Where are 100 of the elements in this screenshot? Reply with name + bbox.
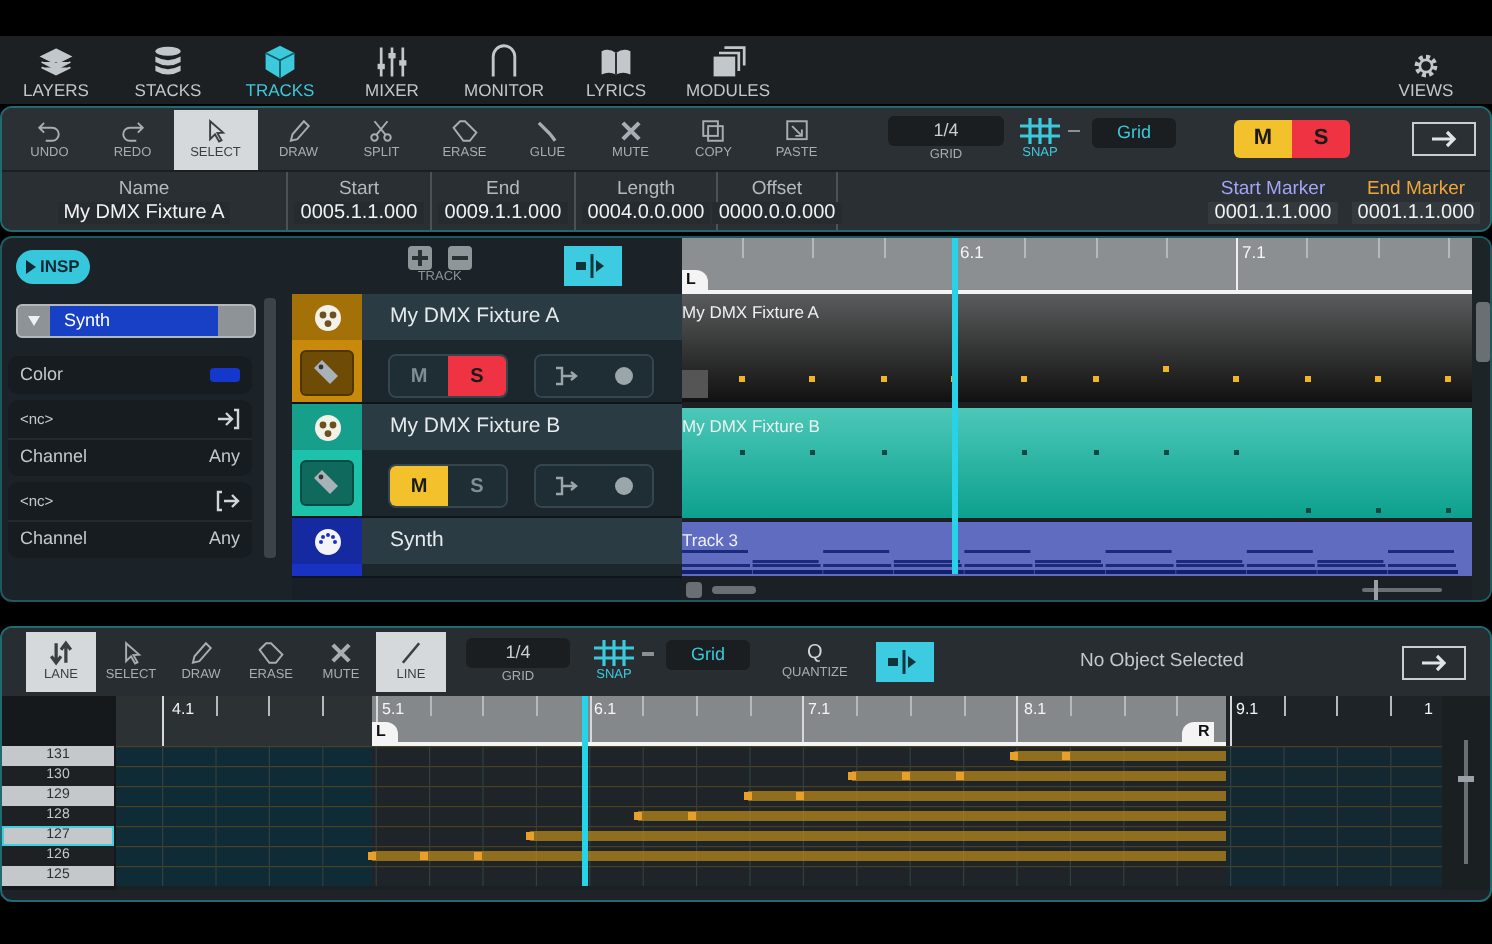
marker-value: 0001.1.1.000 (1208, 201, 1338, 224)
input-arrow-icon (216, 408, 240, 430)
track-name: My DMX Fixture B (362, 404, 682, 450)
views-button[interactable]: VIEWS (1370, 36, 1482, 104)
eraser-icon (258, 640, 284, 667)
mixer-icon (374, 43, 410, 79)
quantize-button[interactable]: Q (807, 643, 823, 664)
marker-value: 0001.1.1.000 (1351, 201, 1481, 224)
gear-icon (1412, 51, 1440, 79)
field-label: Name (118, 180, 170, 202)
play-triangle-icon (26, 259, 36, 273)
copy-icon (700, 117, 727, 144)
dash-separator (1068, 129, 1080, 133)
track-name: My DMX Fixture A (362, 294, 682, 340)
left-locator[interactable]: L (682, 270, 708, 290)
status-text: No Object Selected (1078, 647, 1246, 676)
track-mute-button[interactable]: M (390, 466, 448, 506)
arrow-button[interactable] (1412, 122, 1476, 156)
plus-icon (407, 246, 432, 271)
remove-track-button[interactable] (447, 246, 472, 271)
x-icon (617, 117, 644, 144)
up-down-arrows-icon (48, 640, 74, 667)
track-name: Synth (362, 518, 682, 564)
record-button[interactable] (594, 356, 652, 396)
marker-label: End Marker (1366, 180, 1466, 202)
timing-button[interactable] (875, 642, 934, 682)
bar-number: 6.1 (960, 240, 984, 266)
right-locator[interactable]: R (1182, 722, 1214, 742)
color-swatch[interactable] (210, 368, 240, 382)
routing-button[interactable] (536, 356, 594, 396)
bar-number: 4.1 (172, 698, 195, 722)
setting-label: Channel (20, 444, 88, 471)
dropdown-value: Synth (50, 306, 218, 336)
right-arrow-icon (1420, 653, 1448, 671)
setting-label: Channel (20, 526, 88, 553)
track-solo-button[interactable]: S (448, 356, 506, 396)
snap-mode-dropdown[interactable]: Grid (1092, 117, 1176, 148)
field-value: My DMX Fixture A (57, 201, 231, 224)
circle-icon (613, 476, 633, 496)
nav-tab[interactable]: STACKS (112, 36, 224, 104)
x-icon (328, 640, 354, 667)
track-mute-button[interactable]: M (390, 356, 448, 396)
nav-tab[interactable]: MODULES (672, 36, 784, 104)
bar-number: 8.1 (1024, 698, 1047, 722)
redo-icon (119, 117, 146, 144)
master-m-toggle[interactable]: M (1234, 120, 1292, 158)
output-arrow-icon (216, 490, 240, 512)
zoom-slider-thumb[interactable] (1373, 580, 1378, 600)
zoom-slider-thumb[interactable] (1458, 775, 1474, 782)
scrollbar-thumb[interactable] (712, 586, 756, 594)
marker-label: Start Marker (1220, 180, 1326, 202)
pencil-icon (188, 640, 214, 667)
field-value: 0004.0.0.000 (581, 201, 711, 224)
nav-tab[interactable]: LAYERS (0, 36, 112, 104)
windows-icon (710, 43, 746, 79)
scrollbar-thumb[interactable] (264, 298, 276, 558)
clip[interactable]: Track 3 (682, 522, 1472, 576)
timing-button[interactable] (563, 246, 622, 286)
bar-number: 9.1 (1236, 698, 1259, 722)
nav-tab[interactable]: MONITOR (448, 36, 560, 104)
bar-number: 5.1 (382, 698, 405, 722)
circle-icon (613, 366, 633, 386)
snap-mode-dropdown[interactable]: Grid (666, 640, 750, 671)
field-value: 0009.1.1.000 (438, 201, 568, 224)
cube-icon (262, 43, 298, 79)
left-locator[interactable]: L (372, 722, 398, 742)
clip-name: My DMX Fixture B (682, 414, 820, 440)
scissors-icon (368, 117, 395, 144)
scrollbar-thumb[interactable] (686, 582, 702, 598)
grid-value-field[interactable]: 1/4 (466, 638, 570, 669)
routing-icon (553, 366, 577, 386)
bar-number: 7.1 (808, 698, 831, 722)
tag-button[interactable] (300, 460, 354, 506)
resize-handle[interactable] (682, 370, 708, 398)
track-dropdown[interactable]: Synth (16, 304, 256, 338)
database-icon (150, 43, 186, 79)
paste-icon (783, 117, 810, 144)
inspector-button[interactable]: INSP (16, 249, 90, 283)
dash-separator (642, 652, 654, 656)
track-solo-button[interactable]: S (448, 466, 506, 506)
tag-button[interactable] (300, 350, 354, 396)
add-track-button[interactable] (407, 246, 432, 271)
master-s-toggle[interactable]: S (1292, 120, 1350, 158)
line-icon (398, 640, 424, 667)
tag-icon (312, 468, 342, 498)
arrow-button[interactable] (1402, 645, 1466, 679)
nav-tab[interactable]: TRACKS (224, 36, 336, 104)
right-arrow-icon (1430, 130, 1458, 148)
routing-button[interactable] (536, 466, 594, 506)
nav-tab[interactable]: LYRICS (560, 36, 672, 104)
field-label: Start (338, 180, 380, 202)
bar-number: 7.1 (1242, 240, 1266, 266)
scrollbar-thumb[interactable] (1476, 302, 1490, 362)
nav-tab[interactable]: MIXER (336, 36, 448, 104)
setting-value: Any (208, 444, 240, 471)
record-button[interactable] (594, 466, 652, 506)
grid-value-field[interactable]: 1/4 (888, 115, 1004, 146)
timeline-ruler[interactable]: 6.1 7.1 L (682, 238, 1472, 294)
clip[interactable]: My DMX Fixture A (682, 294, 1472, 402)
clip-name: Track 3 (682, 528, 739, 554)
